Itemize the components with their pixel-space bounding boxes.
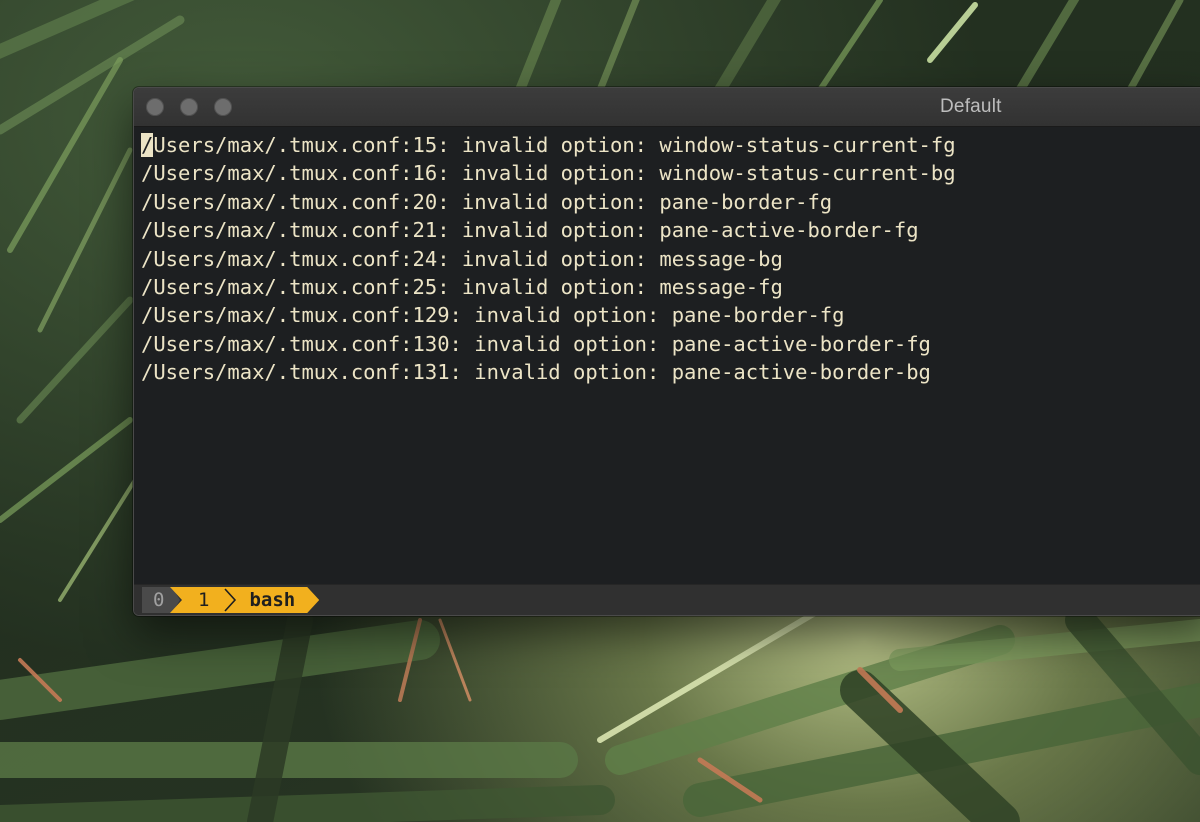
tmux-window-index: 0 xyxy=(153,589,165,611)
window-titlebar[interactable]: Default xyxy=(134,88,1200,127)
terminal-line: /Users/max/.tmux.conf:15: invalid option… xyxy=(141,133,956,157)
terminal-line: /Users/max/.tmux.conf:130: invalid optio… xyxy=(141,331,931,356)
terminal-line: /Users/max/.tmux.conf:131: invalid optio… xyxy=(141,360,931,385)
window-title: Default xyxy=(940,96,1002,117)
terminal-line: /Users/max/.tmux.conf:20: invalid option… xyxy=(141,189,833,214)
terminal-window: Default /Users/max/.tmux.conf:15: invali… xyxy=(133,87,1200,616)
zoom-icon[interactable] xyxy=(214,98,232,116)
terminal-line: /Users/max/.tmux.conf:21: invalid option… xyxy=(141,218,919,243)
tmux-window-index: 1 xyxy=(198,589,210,611)
chevron-right-icon xyxy=(223,587,237,613)
terminal-line: /Users/max/.tmux.conf:25: invalid option… xyxy=(141,274,783,299)
tmux-window-name: bash xyxy=(249,589,296,611)
terminal-line: /Users/max/.tmux.conf:129: invalid optio… xyxy=(141,303,845,328)
terminal-output[interactable]: /Users/max/.tmux.conf:15: invalid option… xyxy=(134,127,1200,583)
terminal-cursor: / xyxy=(141,133,154,157)
tmux-window-tab-active[interactable]: 1 bash xyxy=(170,587,319,613)
close-icon[interactable] xyxy=(146,98,164,116)
terminal-line: /Users/max/.tmux.conf:16: invalid option… xyxy=(141,161,956,186)
minimize-icon[interactable] xyxy=(180,98,198,116)
terminal-line: /Users/max/.tmux.conf:24: invalid option… xyxy=(141,246,783,271)
tmux-status-bar: 0 1 bash xyxy=(134,584,1200,615)
